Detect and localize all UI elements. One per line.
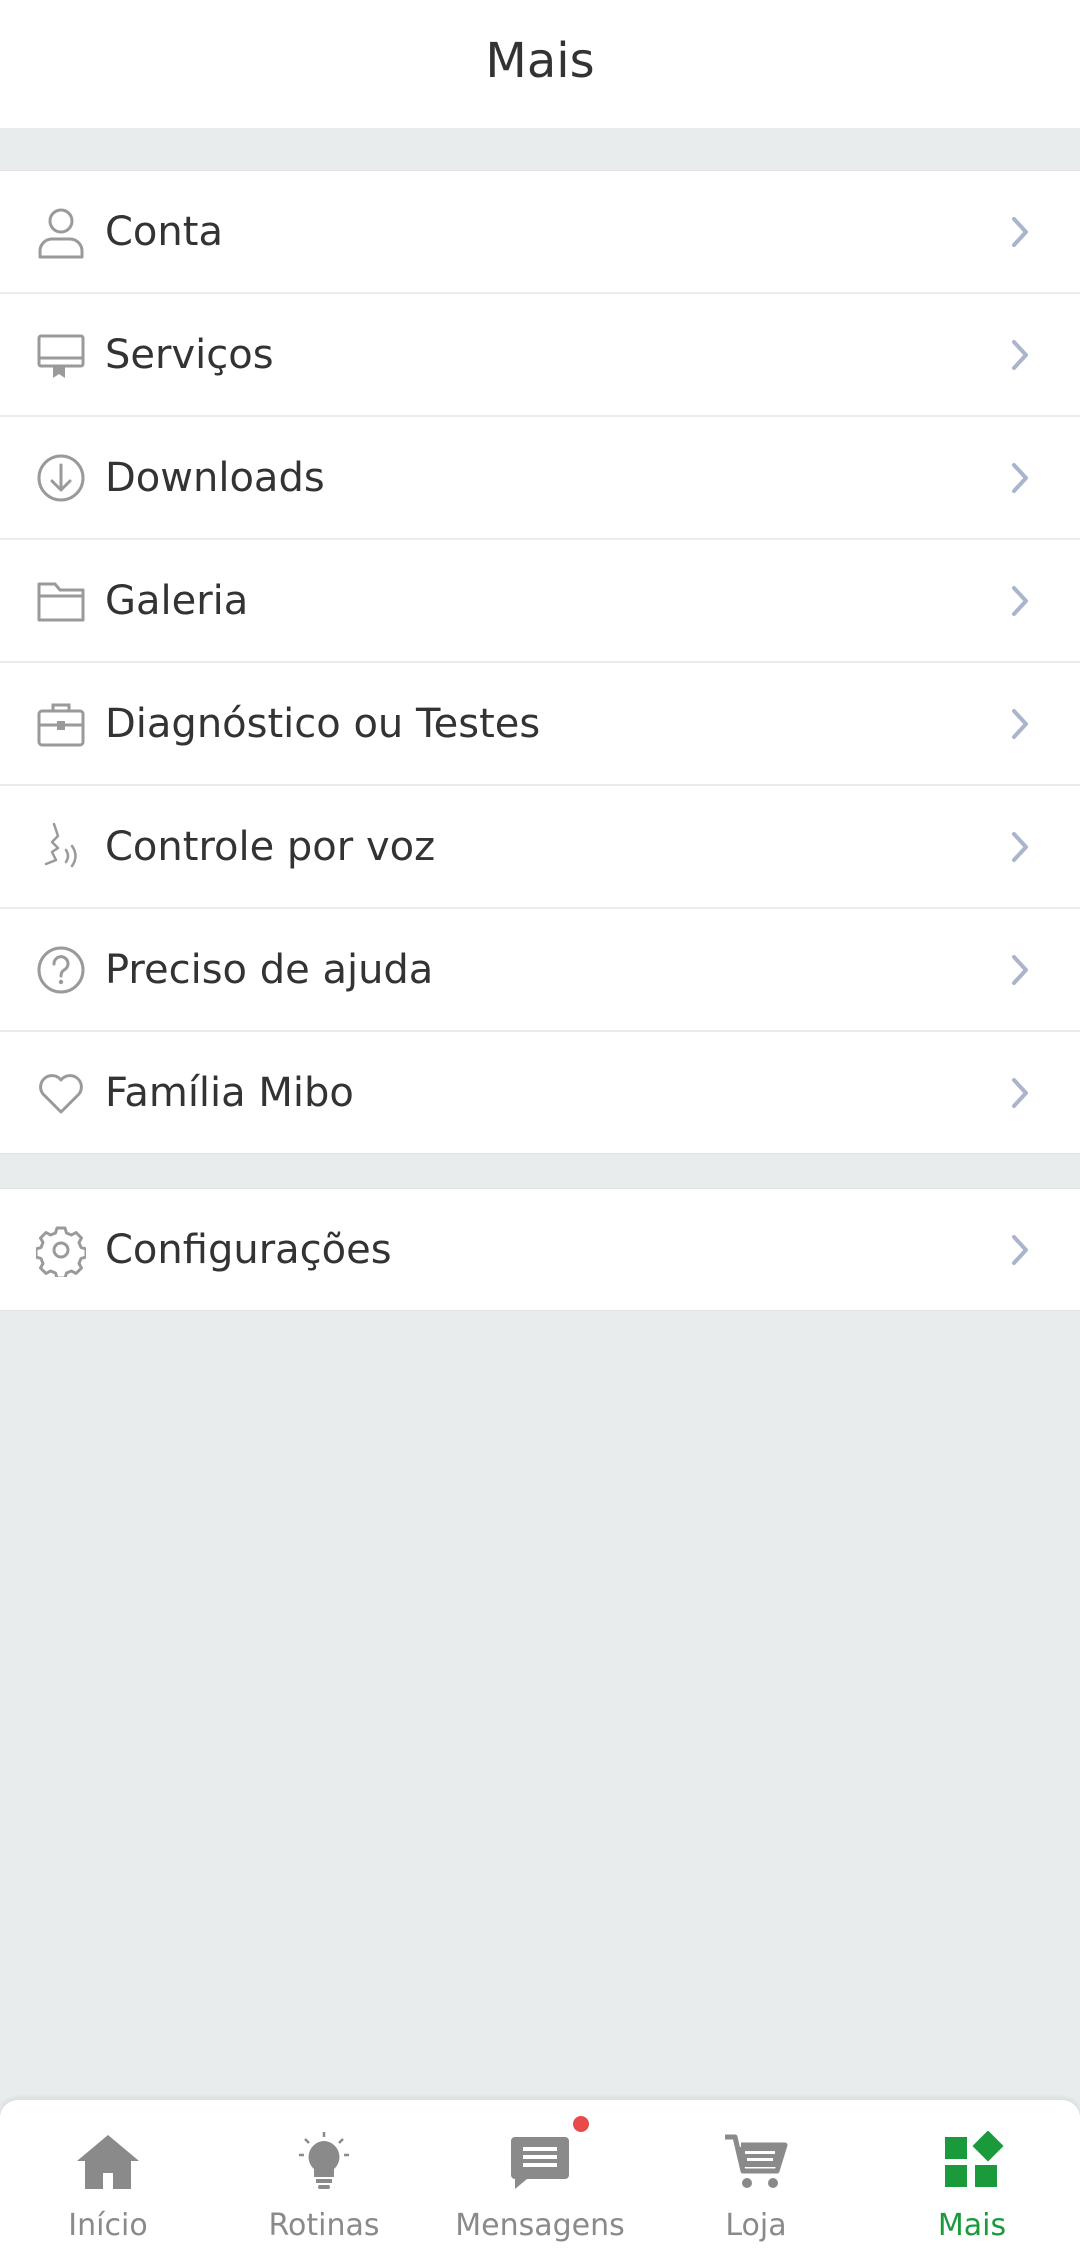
chevron-right-icon xyxy=(1010,584,1032,618)
menu-item-controle-voz[interactable]: Controle por voz xyxy=(0,786,1080,909)
heart-icon xyxy=(36,1066,86,1120)
user-icon xyxy=(36,205,86,259)
tab-rotinas[interactable]: Rotinas xyxy=(216,2100,432,2252)
gear-icon xyxy=(36,1223,86,1277)
menu-item-configuracoes[interactable]: Configurações xyxy=(0,1189,1080,1310)
chevron-right-icon xyxy=(1010,1076,1032,1110)
message-icon xyxy=(505,2116,589,2194)
tab-label: Mensagens xyxy=(455,2208,625,2243)
lightbulb-icon xyxy=(289,2130,359,2194)
folder-icon xyxy=(36,574,86,628)
tab-mensagens[interactable]: Mensagens xyxy=(432,2100,648,2252)
menu-item-downloads[interactable]: Downloads xyxy=(0,417,1080,540)
tab-label: Início xyxy=(68,2208,148,2243)
menu-item-label: Serviços xyxy=(105,331,274,378)
toolbox-icon xyxy=(36,697,86,751)
chevron-right-icon xyxy=(1010,830,1032,864)
menu-item-ajuda[interactable]: Preciso de ajuda xyxy=(0,909,1080,1032)
menu-item-label: Diagnóstico ou Testes xyxy=(105,700,541,747)
cart-icon xyxy=(721,2130,791,2194)
menu-item-label: Conta xyxy=(105,208,223,255)
menu-item-conta[interactable]: Conta xyxy=(0,171,1080,294)
menu-item-diagnostico[interactable]: Diagnóstico ou Testes xyxy=(0,663,1080,786)
voice-icon xyxy=(36,820,86,874)
tab-label: Mais xyxy=(937,2208,1007,2243)
menu-item-familia-mibo[interactable]: Família Mibo xyxy=(0,1032,1080,1153)
tab-label: Loja xyxy=(725,2208,787,2243)
header: Mais xyxy=(0,0,1080,128)
notification-badge xyxy=(573,2116,589,2132)
menu-item-galeria[interactable]: Galeria xyxy=(0,540,1080,663)
chevron-right-icon xyxy=(1010,953,1032,987)
chevron-right-icon xyxy=(1010,1233,1032,1267)
menu-item-servicos[interactable]: Serviços xyxy=(0,294,1080,417)
menu-list: Conta Serviços Downloads Galeria Diagnós… xyxy=(0,170,1080,1154)
page-title: Mais xyxy=(485,33,595,89)
settings-list: Configurações xyxy=(0,1188,1080,1311)
tab-label: Rotinas xyxy=(268,2208,380,2243)
menu-item-label: Preciso de ajuda xyxy=(105,946,434,993)
help-icon xyxy=(36,943,86,997)
home-icon xyxy=(73,2130,143,2194)
menu-item-label: Configurações xyxy=(105,1226,392,1273)
menu-item-label: Família Mibo xyxy=(105,1069,354,1116)
chevron-right-icon xyxy=(1010,215,1032,249)
download-icon xyxy=(36,451,86,505)
chevron-right-icon xyxy=(1010,461,1032,495)
grid-icon xyxy=(937,2130,1007,2194)
tab-loja[interactable]: Loja xyxy=(648,2100,864,2252)
menu-item-label: Controle por voz xyxy=(105,823,436,870)
chevron-right-icon xyxy=(1010,338,1032,372)
tab-mais[interactable]: Mais xyxy=(864,2100,1080,2252)
services-icon xyxy=(36,328,86,382)
tab-inicio[interactable]: Início xyxy=(0,2100,216,2252)
menu-item-label: Downloads xyxy=(105,454,325,501)
menu-item-label: Galeria xyxy=(105,577,249,624)
bottom-tab-bar: Início Rotinas Mensagens Loja Mais xyxy=(0,2100,1080,2252)
chevron-right-icon xyxy=(1010,707,1032,741)
